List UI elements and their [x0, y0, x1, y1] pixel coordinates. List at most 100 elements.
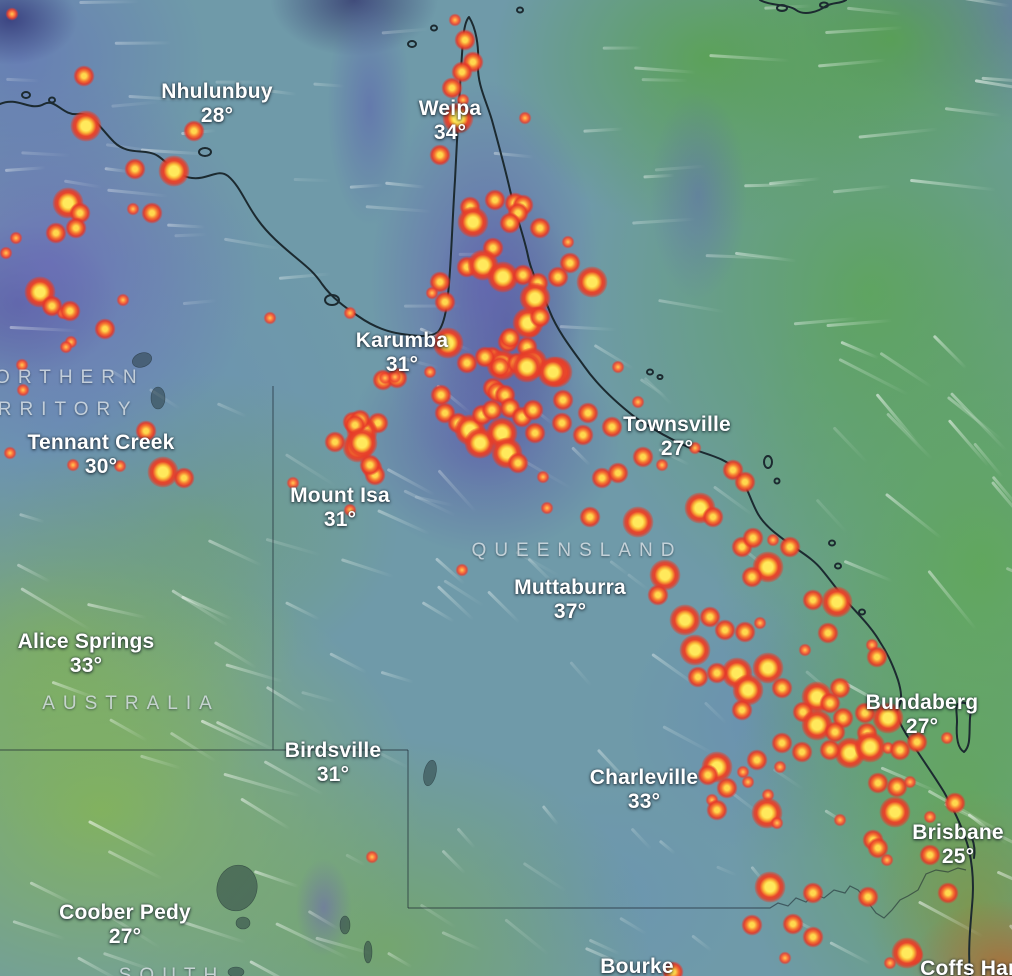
fire-hotspot[interactable]: [647, 584, 669, 606]
city-label-muttaburra[interactable]: Muttaburra 37°: [514, 576, 626, 624]
fire-hotspot[interactable]: [937, 882, 959, 904]
fire-hotspot[interactable]: [59, 300, 81, 322]
city-label-weipa[interactable]: Weipa 34°: [419, 97, 481, 145]
fire-hotspot[interactable]: [141, 202, 163, 224]
fire-hotspot[interactable]: [484, 189, 506, 211]
fire-hotspot[interactable]: [802, 882, 824, 904]
fire-hotspot[interactable]: [9, 231, 23, 245]
fire-hotspot[interactable]: [706, 799, 728, 821]
fire-hotspot[interactable]: [782, 913, 804, 935]
city-label-brisbane[interactable]: Brisbane 25°: [912, 821, 1003, 869]
fire-hotspot[interactable]: [529, 306, 551, 328]
fire-hotspot[interactable]: [547, 266, 569, 288]
fire-hotspot[interactable]: [3, 446, 17, 460]
fire-hotspot[interactable]: [70, 110, 102, 142]
fire-hotspot[interactable]: [429, 144, 451, 166]
fire-hotspot[interactable]: [529, 217, 551, 239]
fire-hotspot[interactable]: [454, 29, 476, 51]
fire-hotspot[interactable]: [857, 886, 879, 908]
fire-hotspot[interactable]: [94, 318, 116, 340]
fire-hotspot[interactable]: [773, 760, 787, 774]
city-label-nhulunbuy[interactable]: Nhulunbuy 28°: [161, 80, 272, 128]
city-label-alice-springs[interactable]: Alice Springs 33°: [18, 630, 155, 678]
fire-hotspot[interactable]: [778, 951, 792, 965]
city-label-townsville[interactable]: Townsville 27°: [623, 413, 731, 461]
fire-hotspot[interactable]: [116, 293, 130, 307]
fire-hotspot[interactable]: [687, 666, 709, 688]
fire-hotspot[interactable]: [457, 206, 489, 238]
fire-hotspot[interactable]: [552, 389, 574, 411]
fire-hotspot[interactable]: [734, 471, 756, 493]
fire-hotspot[interactable]: [702, 506, 724, 528]
fire-hotspot[interactable]: [679, 634, 711, 666]
fire-hotspot[interactable]: [522, 399, 544, 421]
fire-hotspot[interactable]: [697, 764, 719, 786]
city-label-charleville[interactable]: Charleville 33°: [590, 766, 698, 814]
city-label-coober-pedy[interactable]: Coober Pedy 27°: [59, 901, 191, 949]
fire-hotspot[interactable]: [536, 470, 550, 484]
fire-hotspot[interactable]: [343, 306, 357, 320]
fire-hotspot[interactable]: [0, 246, 13, 260]
fire-hotspot[interactable]: [741, 775, 755, 789]
fire-hotspot[interactable]: [5, 7, 19, 21]
fire-hotspot[interactable]: [817, 622, 839, 644]
fire-hotspot[interactable]: [819, 739, 841, 761]
fire-hotspot[interactable]: [65, 217, 87, 239]
fire-hotspot[interactable]: [771, 732, 793, 754]
fire-hotspot[interactable]: [572, 424, 594, 446]
fire-hotspot[interactable]: [746, 749, 768, 771]
fire-hotspot[interactable]: [365, 850, 379, 864]
fire-hotspot[interactable]: [158, 155, 190, 187]
fire-hotspot[interactable]: [891, 937, 923, 969]
fire-hotspot[interactable]: [576, 266, 608, 298]
fire-hotspot[interactable]: [434, 291, 456, 313]
fire-hotspot[interactable]: [59, 340, 73, 354]
fire-hotspot[interactable]: [880, 853, 894, 867]
fire-hotspot[interactable]: [263, 311, 277, 325]
weather-map[interactable]: NORTHERN TERRITORY QUEENSLAND AUSTRALIA SOUT…: [0, 0, 1012, 976]
fire-hotspot[interactable]: [798, 643, 812, 657]
fire-hotspot[interactable]: [944, 792, 966, 814]
fire-hotspot[interactable]: [741, 566, 763, 588]
fire-hotspot[interactable]: [507, 452, 529, 474]
fire-hotspot[interactable]: [867, 772, 889, 794]
fire-hotspot[interactable]: [802, 926, 824, 948]
fire-hotspot[interactable]: [577, 402, 599, 424]
fire-hotspot[interactable]: [622, 506, 654, 538]
fire-hotspot[interactable]: [771, 677, 793, 699]
fire-hotspot[interactable]: [706, 662, 728, 684]
fire-hotspot[interactable]: [611, 360, 625, 374]
fire-hotspot[interactable]: [753, 616, 767, 630]
fire-hotspot[interactable]: [551, 412, 573, 434]
fire-hotspot[interactable]: [631, 395, 645, 409]
fire-hotspot[interactable]: [802, 589, 824, 611]
fire-hotspot[interactable]: [561, 235, 575, 249]
fire-hotspot[interactable]: [524, 422, 546, 444]
fire-hotspot[interactable]: [779, 536, 801, 558]
fire-hotspot[interactable]: [126, 202, 140, 216]
fire-hotspot[interactable]: [489, 356, 511, 378]
fire-hotspot[interactable]: [879, 796, 911, 828]
city-label-bundaberg[interactable]: Bundaberg 27°: [866, 691, 979, 739]
fire-hotspot[interactable]: [601, 416, 623, 438]
city-label-karumba[interactable]: Karumba 31°: [356, 329, 448, 377]
fire-hotspot[interactable]: [607, 462, 629, 484]
fire-hotspot[interactable]: [766, 533, 780, 547]
city-label-bourke[interactable]: Bourke: [600, 955, 674, 976]
fire-hotspot[interactable]: [537, 356, 569, 388]
fire-hotspot[interactable]: [734, 621, 756, 643]
fire-hotspot[interactable]: [714, 619, 736, 641]
fire-hotspot[interactable]: [770, 816, 784, 830]
fire-hotspot[interactable]: [741, 914, 763, 936]
fire-hotspot[interactable]: [731, 699, 753, 721]
fire-hotspot[interactable]: [499, 327, 521, 349]
fire-hotspot[interactable]: [124, 158, 146, 180]
fire-hotspot[interactable]: [346, 427, 378, 459]
fire-hotspot[interactable]: [821, 586, 853, 618]
city-label-mount-isa[interactable]: Mount Isa 31°: [290, 484, 390, 532]
fire-hotspot[interactable]: [448, 13, 462, 27]
fire-hotspot[interactable]: [742, 527, 764, 549]
fire-hotspot[interactable]: [833, 813, 847, 827]
fire-hotspot[interactable]: [455, 563, 469, 577]
city-label-birdsville[interactable]: Birdsville 31°: [285, 739, 382, 787]
